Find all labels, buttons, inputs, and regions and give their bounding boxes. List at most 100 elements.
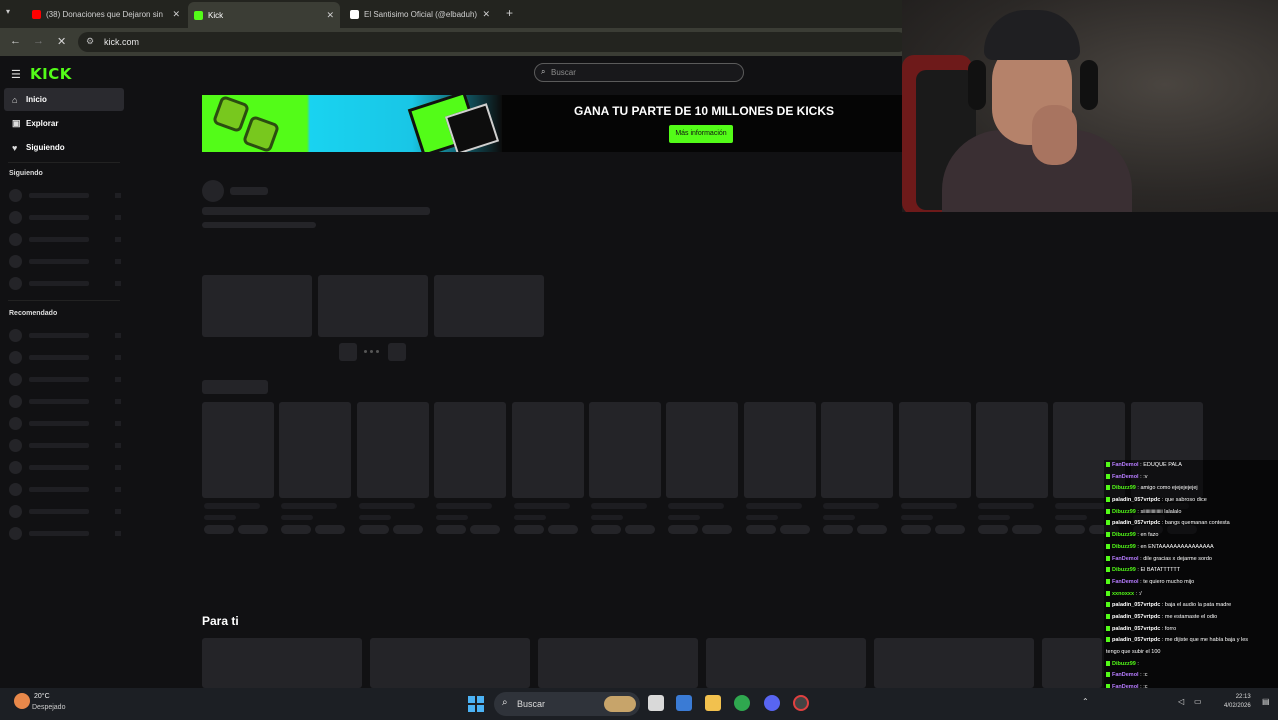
promo-banner[interactable]: GANA TU PARTE DE 10 MILLONES DE KICKS Má… xyxy=(202,95,902,152)
chat-username[interactable]: Dibuzz99 xyxy=(1112,661,1136,667)
chat-username[interactable]: FanDemol xyxy=(1112,579,1139,585)
category-card-skeleton xyxy=(743,402,816,498)
chat-username[interactable]: xxnoxxx xyxy=(1112,591,1134,597)
recommended-skeleton xyxy=(9,350,121,364)
stream-card-skeleton xyxy=(1042,638,1102,688)
chat-text: tengo que subir el 100 xyxy=(1106,649,1161,655)
carousel-dot[interactable] xyxy=(370,350,373,353)
more-info-button[interactable]: Más información xyxy=(669,125,733,143)
url-text[interactable]: kick.com xyxy=(104,37,139,47)
chat-message: xxnoxxx : :/ xyxy=(1104,588,1278,601)
home-icon: ⌂ xyxy=(12,94,18,105)
battery-icon[interactable]: ▭ xyxy=(1194,697,1202,706)
chat-username[interactable]: paladin_057vrtpdc xyxy=(1112,637,1160,643)
carousel-prev-button[interactable] xyxy=(339,343,357,361)
category-card-skeleton xyxy=(821,402,894,498)
chat-badge-icon xyxy=(1106,660,1110,666)
carousel-next-button[interactable] xyxy=(388,343,406,361)
featured-name-skeleton xyxy=(230,187,268,195)
chat-username[interactable]: paladin_057vrtpdc xyxy=(1112,520,1160,526)
category-viewers-skeleton xyxy=(823,515,856,520)
chrome-icon[interactable] xyxy=(734,695,750,711)
tab-youtube[interactable]: (38) Donaciones que Dejaron sin ✕ xyxy=(26,4,186,24)
carousel-card-skeleton xyxy=(434,275,544,337)
carousel-dot[interactable] xyxy=(364,350,367,353)
chat-text: bangs quemanan contesta xyxy=(1164,520,1230,527)
chat-username[interactable]: FanDemol xyxy=(1112,672,1139,678)
sidebar-item-inicio[interactable]: ⌂ Inicio xyxy=(4,88,124,111)
category-tag-skeleton xyxy=(281,525,312,534)
close-tab-icon[interactable]: ✕ xyxy=(326,10,334,21)
chat-badge-icon xyxy=(1106,555,1110,561)
discord-icon[interactable] xyxy=(764,695,780,711)
chat-username[interactable]: paladin_057vrtpdc xyxy=(1112,614,1160,620)
chat-username[interactable]: paladin_057vrtpdc xyxy=(1112,626,1160,632)
chat-username[interactable]: paladin_057vrtpdc xyxy=(1112,497,1160,503)
notification-icon[interactable]: ▤ xyxy=(1262,697,1270,706)
chat-username[interactable]: Dibuzz99 xyxy=(1112,485,1136,491)
taskbar-search[interactable]: ⌕ Buscar xyxy=(494,692,640,716)
chat-username[interactable]: Dibuzz99 xyxy=(1112,509,1136,515)
chat-message: Dibuzz99 : El BATATTTTTT xyxy=(1104,565,1278,577)
back-arrow-icon[interactable]: ← xyxy=(10,35,21,47)
category-tag-skeleton xyxy=(392,525,423,534)
stop-loading-icon[interactable]: ✕ xyxy=(57,35,66,48)
search-input[interactable]: ⌕ Buscar xyxy=(534,63,744,82)
headphone-shape xyxy=(1080,60,1098,110)
windows-start-icon[interactable] xyxy=(468,696,484,712)
following-skeleton xyxy=(9,188,121,202)
category-tag-skeleton xyxy=(900,525,931,534)
system-clock[interactable]: 22:13 4/02/2026 xyxy=(1224,693,1251,711)
recommended-skeleton xyxy=(9,504,121,518)
tray-chevron-icon[interactable]: ⌃ xyxy=(1082,697,1089,706)
chat-message: paladin_057vrtpdc : que sabroso dice xyxy=(1104,495,1278,507)
close-tab-icon[interactable]: ✕ xyxy=(172,9,180,20)
following-skeleton xyxy=(9,232,121,246)
chat-message: Dibuzz99 : amigo como ejejejejejej xyxy=(1104,483,1278,496)
forward-arrow-icon[interactable]: → xyxy=(33,35,44,47)
weather-condition[interactable]: Despejado xyxy=(32,704,65,711)
tab-tiktok[interactable]: El Santisimo Oficial (@elbaduh) ✕ xyxy=(344,4,496,24)
banner-headline: GANA TU PARTE DE 10 MILLONES DE KICKS xyxy=(574,104,835,118)
chat-message: FanDemol : :v xyxy=(1104,471,1278,484)
chat-username[interactable]: Dibuzz99 xyxy=(1112,544,1136,550)
store-icon[interactable] xyxy=(676,695,692,711)
sidebar-item-explorar[interactable]: ▣ Explorar xyxy=(4,112,124,135)
carousel-dot[interactable] xyxy=(376,350,379,353)
weather-temperature[interactable]: 20°C xyxy=(34,693,50,700)
new-tab-button[interactable]: + xyxy=(506,6,513,20)
category-card-skeleton xyxy=(202,402,274,498)
following-skeleton xyxy=(9,210,121,224)
obs-icon[interactable] xyxy=(793,695,809,711)
weather-icon[interactable] xyxy=(14,693,30,709)
category-title-skeleton xyxy=(978,503,1034,509)
chat-username[interactable]: FanDemol xyxy=(1112,462,1139,468)
speaker-icon[interactable]: ◁ xyxy=(1178,697,1184,706)
site-info-icon[interactable]: ⚙ xyxy=(86,36,94,47)
kick-logo[interactable]: KICK xyxy=(30,65,72,83)
recommended-skeleton xyxy=(9,438,121,452)
chat-message: paladin_057vrtpdc : me estamaste el odio xyxy=(1104,611,1278,624)
chat-text: :v xyxy=(1143,473,1148,480)
chat-username[interactable]: FanDemol xyxy=(1112,556,1139,562)
file-explorer-icon[interactable] xyxy=(705,695,721,711)
chat-username[interactable]: Dibuzz99 xyxy=(1112,532,1136,538)
carousel-card-skeleton xyxy=(318,275,428,337)
category-viewers-skeleton xyxy=(1055,515,1088,520)
chat-username[interactable]: paladin_057vrtpdc xyxy=(1112,602,1160,608)
recommended-skeleton xyxy=(9,482,121,496)
tab-search-chevron-icon[interactable]: ▾ xyxy=(6,7,10,16)
tab-title: (38) Donaciones que Dejaron sin xyxy=(46,9,163,19)
chat-username[interactable]: FanDemol xyxy=(1112,474,1139,480)
tab-kick[interactable]: Kick ✕ xyxy=(188,2,340,28)
following-skeleton xyxy=(9,276,121,290)
chat-message: FanDemol : te quiero mucho mijo xyxy=(1104,576,1278,589)
sidebar-item-siguiendo[interactable]: ♥ Siguiendo xyxy=(4,136,124,159)
chat-username[interactable]: Dibuzz99 xyxy=(1112,567,1136,573)
close-tab-icon[interactable]: ✕ xyxy=(482,9,490,20)
address-bar[interactable]: ⚙ kick.com xyxy=(78,32,908,52)
hamburger-menu-icon[interactable]: ☰ xyxy=(11,68,21,81)
task-view-icon[interactable] xyxy=(648,695,664,711)
category-viewers-skeleton xyxy=(513,515,546,520)
category-tag-skeleton xyxy=(1055,525,1086,534)
